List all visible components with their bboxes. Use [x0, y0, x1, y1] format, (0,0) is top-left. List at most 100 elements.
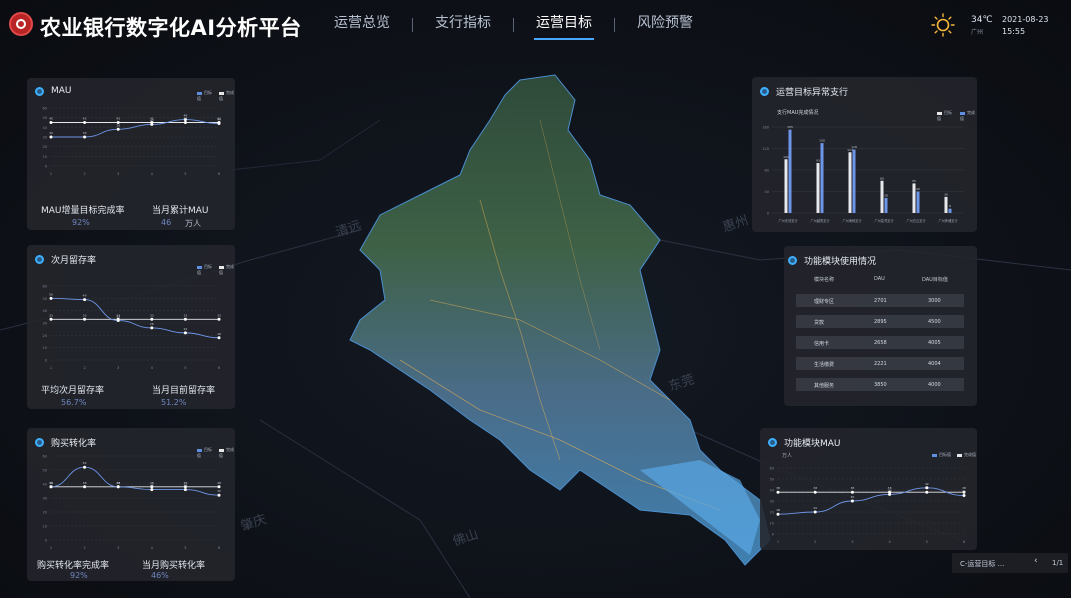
x-tick-label: 1	[50, 172, 52, 176]
y-tick-label: 50	[770, 478, 774, 482]
data-point	[116, 127, 120, 131]
data-label: 55	[912, 179, 916, 183]
data-label: 52	[83, 461, 87, 465]
data-point	[813, 490, 817, 494]
kpi-label: MAU增量目标完成率	[41, 206, 125, 216]
y-tick-label: 40	[770, 489, 774, 493]
x-tick-label: 6	[218, 172, 220, 176]
kpi-label: 购买转化率完成率	[37, 561, 110, 571]
y-tick-label: 60	[43, 107, 47, 111]
data-point	[49, 317, 53, 321]
branch-bar-chart: 04080120160100155广州天河支行93130广州越秀支行113118…	[762, 125, 964, 223]
data-label: 42	[925, 482, 929, 486]
bar	[912, 183, 916, 213]
y-tick-label: 10	[43, 525, 47, 529]
x-tick-label: 6	[218, 366, 220, 370]
x-tick-label: 广州黄埔支行	[938, 218, 958, 223]
panel-title: 运营目标异常支行	[776, 88, 849, 98]
temperature: 34℃	[971, 15, 993, 25]
data-label: 35	[962, 490, 966, 494]
kpi-label: 平均次月留存率	[41, 386, 105, 396]
data-label: 40	[916, 187, 920, 191]
data-point	[116, 319, 120, 323]
data-label: 26	[150, 322, 154, 326]
y-tick-label: 60	[770, 467, 774, 471]
data-label: 33	[217, 313, 221, 317]
data-point	[850, 490, 854, 494]
kpi-unit: 万人	[185, 219, 201, 228]
tab-risk-warning[interactable]: 风险预警	[615, 10, 715, 40]
sun-icon	[931, 13, 955, 37]
data-point	[217, 493, 221, 497]
pager-label[interactable]: C-运营目标 ...	[960, 559, 1004, 569]
branch-anomaly-panel: 运营目标异常支行 支行MAU完成情况 目标值 完成值 0 40 80 120 160 10…	[752, 77, 977, 232]
main-nav: 运营总览 支行指标 运营目标 风险预警	[312, 10, 715, 40]
data-label: 28	[884, 193, 888, 197]
x-tick-label: 5	[926, 540, 928, 544]
data-label: 100	[783, 155, 789, 159]
data-point	[813, 510, 817, 514]
bar	[848, 152, 852, 213]
data-label: 38	[813, 486, 817, 490]
x-tick-label: 1	[777, 540, 779, 544]
bank-logo-icon	[9, 12, 33, 36]
unit-label: 万人	[782, 453, 793, 459]
data-label: 20	[813, 506, 817, 510]
data-label: 45	[49, 117, 53, 121]
data-label: 38	[49, 481, 53, 485]
data-point	[49, 135, 53, 139]
y-tick-label: 40	[43, 483, 47, 487]
tab-branch-metrics[interactable]: 支行指标	[413, 10, 513, 40]
tab-overview[interactable]: 运营总览	[312, 10, 412, 40]
panel-title: MAU	[51, 86, 72, 96]
table-row[interactable]: 其他服务 3850 4000	[796, 378, 964, 391]
kpi-label: 当月目前留存率	[152, 386, 216, 396]
bar	[916, 191, 920, 213]
kpi-value: 92%	[72, 218, 90, 227]
table-row[interactable]: 生活缴费 2221 4004	[796, 357, 964, 370]
current-time: 15:55	[1002, 27, 1026, 36]
table-row[interactable]: 信用卡 2658 4005	[796, 336, 964, 349]
data-label: 36	[888, 488, 892, 492]
data-point	[150, 122, 154, 126]
data-label: 38	[850, 486, 854, 490]
panel-marker-icon	[35, 86, 44, 96]
y-tick-label: 10	[43, 155, 47, 159]
table-row[interactable]: 贷款 2895 4500	[796, 315, 964, 328]
data-label: 130	[819, 139, 825, 143]
data-label: 33	[49, 313, 53, 317]
data-label: 43	[150, 118, 154, 122]
data-point	[150, 488, 154, 492]
tab-operation-goals[interactable]: 运营目标	[514, 10, 614, 40]
y-tick-label: 30	[43, 136, 47, 140]
page-indicator: 1/1	[1052, 559, 1064, 567]
kpi-value: 51.2%	[161, 398, 187, 407]
x-tick-label: 2	[83, 172, 85, 176]
data-label: 45	[116, 117, 120, 121]
x-tick-label: 6	[963, 540, 965, 544]
y-tick-label: 50	[43, 297, 47, 301]
x-tick-label: 1	[50, 366, 52, 370]
data-point	[925, 490, 929, 494]
data-point	[183, 331, 187, 335]
prev-page-button[interactable]: ‹	[1034, 556, 1038, 566]
x-tick-label: 1	[50, 546, 52, 550]
x-tick-label: 5	[184, 366, 186, 370]
kpi-label: 当月购买转化率	[142, 561, 206, 571]
series-line	[50, 297, 220, 339]
panel-marker-icon	[35, 438, 44, 447]
x-tick-label: 广州白云支行	[906, 218, 926, 223]
column-header: DAU目标值	[922, 277, 948, 283]
table-row[interactable]: 理财专区 2701 3000	[796, 294, 964, 307]
data-point	[888, 492, 892, 496]
y-tick-label: 20	[43, 511, 47, 515]
panel-marker-icon	[788, 256, 797, 265]
data-label: 60	[880, 176, 884, 180]
data-label: 18	[776, 508, 780, 512]
data-point	[83, 317, 87, 321]
data-label: 30	[49, 131, 53, 135]
data-point	[83, 135, 87, 139]
y-tick-label: 50	[43, 116, 47, 120]
data-label: 38	[83, 481, 87, 485]
kpi-value: 46	[161, 218, 172, 227]
